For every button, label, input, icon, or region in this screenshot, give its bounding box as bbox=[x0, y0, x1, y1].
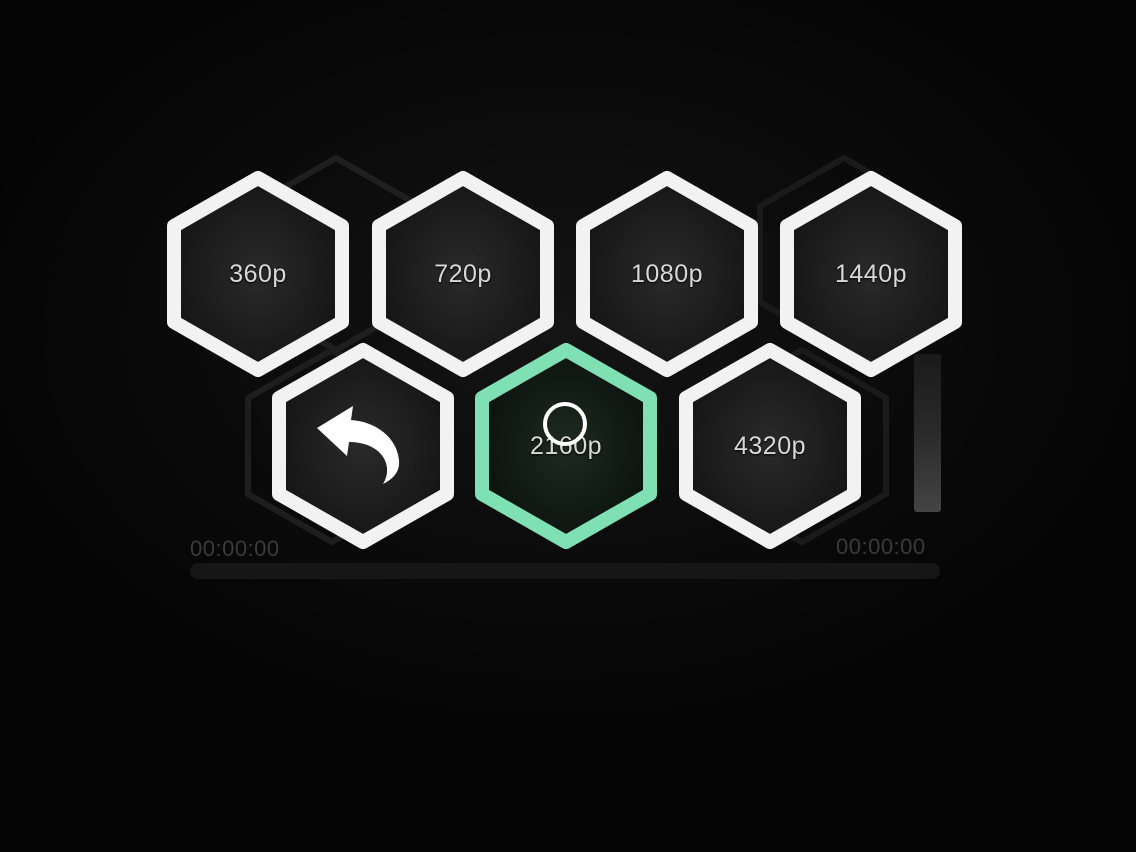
seek-bar[interactable] bbox=[190, 563, 940, 579]
hex-frame-selected bbox=[475, 343, 657, 549]
video-player: 00:00:00 00:00:00 360p 720p 1080p 1440p … bbox=[0, 0, 1136, 852]
hex-frame bbox=[679, 343, 861, 549]
back-button[interactable] bbox=[271, 342, 455, 550]
quality-option-4320p[interactable]: 4320p bbox=[678, 342, 862, 550]
current-time: 00:00:00 bbox=[190, 536, 280, 561]
back-arrow-icon bbox=[317, 406, 400, 484]
quality-option-2160p[interactable]: 2160p bbox=[474, 342, 658, 550]
